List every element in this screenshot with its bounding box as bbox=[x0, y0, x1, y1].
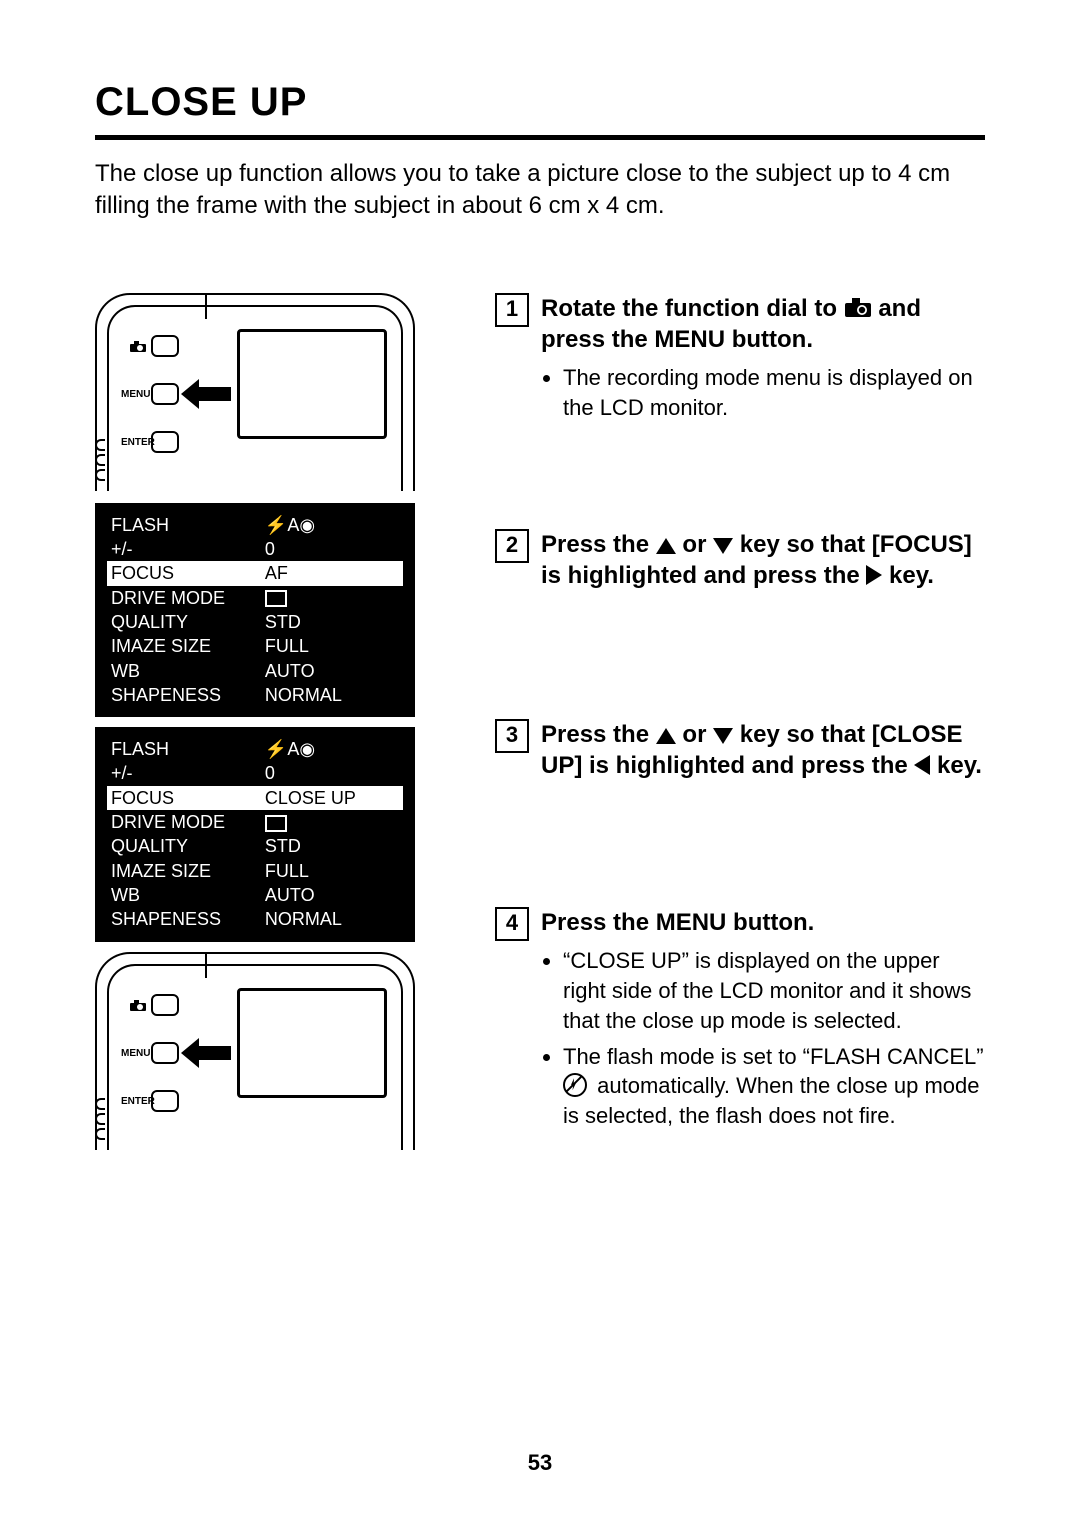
camera-diagram-1: MENU ENTER bbox=[95, 293, 415, 491]
camera-label-enter: ENTER bbox=[121, 437, 147, 448]
camera-button-menu bbox=[151, 383, 179, 405]
step-4: 4 Press the MENU button. “CLOSE UP” is d… bbox=[495, 907, 985, 1136]
step-3: 3 Press the or key so that [CLOSE UP] is… bbox=[495, 719, 985, 781]
menu-row: FLASH⚡A◉ bbox=[107, 513, 403, 537]
step-heading: Press the or key so that [CLOSE UP] is h… bbox=[541, 719, 985, 781]
camera-label-icon bbox=[121, 341, 147, 356]
lcd-screen-icon bbox=[237, 988, 387, 1098]
step-1: 1 Rotate the function dial to and press … bbox=[495, 293, 985, 429]
menu-row: WBAUTO bbox=[107, 883, 403, 907]
menu-row: QUALITYSTD bbox=[107, 610, 403, 634]
menu-row: SHAPENESSNORMAL bbox=[107, 907, 403, 931]
menu-row: SHAPENESSNORMAL bbox=[107, 683, 403, 707]
menu-row: QUALITYSTD bbox=[107, 834, 403, 858]
step-notes: “CLOSE UP” is displayed on the upper rig… bbox=[541, 946, 985, 1130]
menu-row: +/-0 bbox=[107, 537, 403, 561]
hinge-icon bbox=[95, 439, 107, 491]
step-notes: The recording mode menu is displayed on … bbox=[541, 363, 985, 422]
manual-page: CLOSE UP The close up function allows yo… bbox=[0, 0, 1080, 1526]
title-underline bbox=[95, 135, 985, 140]
camera-label-icon bbox=[121, 1000, 147, 1015]
press-arrow-icon bbox=[181, 379, 231, 409]
single-frame-icon bbox=[265, 815, 287, 832]
camera-mode-icon bbox=[844, 298, 872, 318]
menu-row: DRIVE MODE bbox=[107, 586, 403, 610]
step-number: 4 bbox=[495, 907, 529, 941]
camera-label-menu: MENU bbox=[121, 1048, 147, 1059]
menu-row: DRIVE MODE bbox=[107, 810, 403, 834]
single-frame-icon bbox=[265, 590, 287, 607]
press-arrow-icon bbox=[181, 1038, 231, 1068]
menu-row: IMAZE SIZEFULL bbox=[107, 634, 403, 658]
hinge-icon bbox=[95, 1098, 107, 1150]
step-heading: Press the MENU button. bbox=[541, 907, 985, 938]
down-arrow-icon bbox=[713, 728, 733, 744]
menu-panel-closeup: FLASH⚡A◉ +/-0 FOCUSCLOSE UP DRIVE MODE Q… bbox=[95, 727, 415, 941]
camera-button-enter bbox=[151, 431, 179, 453]
up-arrow-icon bbox=[656, 728, 676, 744]
camera-label-menu: MENU bbox=[121, 389, 147, 400]
menu-row: IMAZE SIZEFULL bbox=[107, 859, 403, 883]
camera-button-icon bbox=[151, 994, 179, 1016]
right-arrow-icon bbox=[866, 565, 882, 585]
lcd-screen-icon bbox=[237, 329, 387, 439]
note: The recording mode menu is displayed on … bbox=[563, 363, 985, 422]
intro-paragraph: The close up function allows you to take… bbox=[95, 158, 985, 223]
camera-diagram-2: MENU ENTER bbox=[95, 952, 415, 1150]
right-column: 1 Rotate the function dial to and press … bbox=[495, 293, 985, 1162]
page-title: CLOSE UP bbox=[95, 80, 985, 125]
menu-panel-af: FLASH⚡A◉ +/-0 FOCUSAF DRIVE MODE QUALITY… bbox=[95, 503, 415, 717]
page-number: 53 bbox=[0, 1450, 1080, 1476]
up-arrow-icon bbox=[656, 538, 676, 554]
left-arrow-icon bbox=[914, 755, 930, 775]
camera-label-enter: ENTER bbox=[121, 1096, 147, 1107]
menu-row: WBAUTO bbox=[107, 659, 403, 683]
camera-button-enter bbox=[151, 1090, 179, 1112]
camera-button-icon bbox=[151, 335, 179, 357]
step-2: 2 Press the or key so that [FOCUS] is hi… bbox=[495, 529, 985, 591]
step-number: 3 bbox=[495, 719, 529, 753]
step-number: 1 bbox=[495, 293, 529, 327]
menu-row-highlighted: FOCUSCLOSE UP bbox=[107, 786, 403, 810]
left-column: MENU ENTER FLASH⚡A◉ +/-0 FOCUSAF DRIVE M… bbox=[95, 293, 435, 1162]
step-number: 2 bbox=[495, 529, 529, 563]
step-heading: Rotate the function dial to and press th… bbox=[541, 293, 985, 355]
camera-button-menu bbox=[151, 1042, 179, 1064]
flash-cancel-icon bbox=[563, 1073, 587, 1097]
note: The flash mode is set to “FLASH CANCEL” … bbox=[563, 1042, 985, 1131]
menu-row: +/-0 bbox=[107, 761, 403, 785]
menu-row: FLASH⚡A◉ bbox=[107, 737, 403, 761]
step-heading: Press the or key so that [FOCUS] is high… bbox=[541, 529, 985, 591]
menu-row-highlighted: FOCUSAF bbox=[107, 561, 403, 585]
down-arrow-icon bbox=[713, 538, 733, 554]
two-column-layout: MENU ENTER FLASH⚡A◉ +/-0 FOCUSAF DRIVE M… bbox=[95, 293, 985, 1162]
note: “CLOSE UP” is displayed on the upper rig… bbox=[563, 946, 985, 1035]
